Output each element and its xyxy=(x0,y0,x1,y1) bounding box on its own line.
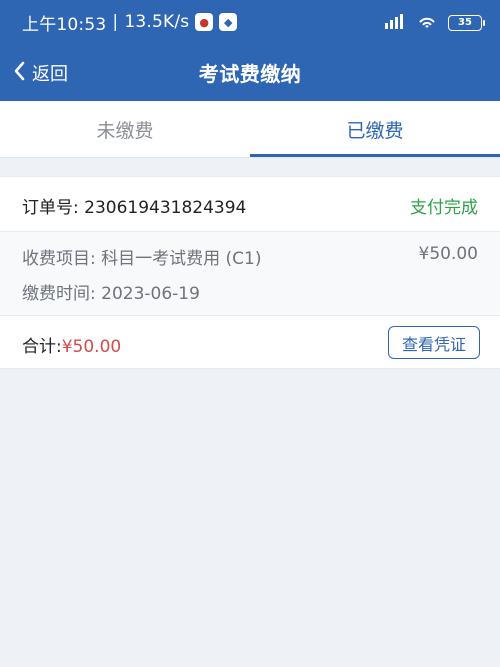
status-bar: 上午10:53 | 13.5K/s ● ◆ 35 xyxy=(0,0,500,44)
payment-time: 缴费时间: 2023-06-19 xyxy=(22,284,200,304)
order-row: 订单号: 230619431824394 支付完成 xyxy=(0,177,500,232)
view-voucher-button[interactable]: 查看凭证 xyxy=(388,326,480,359)
tab-unpaid[interactable]: 未缴费 xyxy=(0,101,250,157)
navigation-bar: 返回 考试费缴纳 xyxy=(0,44,500,101)
payment-record-card: 订单号: 230619431824394 支付完成 收费项目: 科目一考试费用 … xyxy=(0,176,500,369)
total-amount: ¥50.00 xyxy=(61,337,122,357)
order-number: 订单号: 230619431824394 xyxy=(22,198,247,218)
battery-icon: 35 xyxy=(448,15,485,31)
page-title: 考试费缴纳 xyxy=(198,62,302,86)
tab-paid[interactable]: 已缴费 xyxy=(250,101,500,157)
fee-item: 收费项目: 科目一考试费用 (C1) xyxy=(22,249,262,269)
app-header: 上午10:53 | 13.5K/s ● ◆ 35 返回 考试费缴纳 xyxy=(0,0,500,101)
fee-item-price: ¥50.00 xyxy=(418,244,478,264)
battery-level: 35 xyxy=(458,17,472,28)
status-left: 上午10:53 | 13.5K/s ● ◆ xyxy=(22,10,238,35)
status-separator: | xyxy=(112,12,119,32)
network-speed: 13.5K/s xyxy=(124,12,190,32)
total-row: 合计:¥50.00 查看凭证 xyxy=(0,316,500,370)
total-label: 合计:¥50.00 xyxy=(22,332,121,357)
payment-status: 支付完成 xyxy=(410,198,478,218)
notification-baidu-icon: ◆ xyxy=(219,13,238,31)
status-right: 35 xyxy=(384,12,485,34)
payment-tabs: 未缴费 已缴费 xyxy=(0,101,500,158)
status-time: 上午10:53 xyxy=(22,14,107,35)
order-details: 收费项目: 科目一考试费用 (C1) ¥50.00 缴费时间: 2023-06-… xyxy=(0,232,500,316)
hd-signal-icon xyxy=(384,13,406,33)
wifi-icon xyxy=(416,13,438,33)
notification-red-icon: ● xyxy=(195,13,214,31)
total-prefix: 合计: xyxy=(22,337,62,357)
